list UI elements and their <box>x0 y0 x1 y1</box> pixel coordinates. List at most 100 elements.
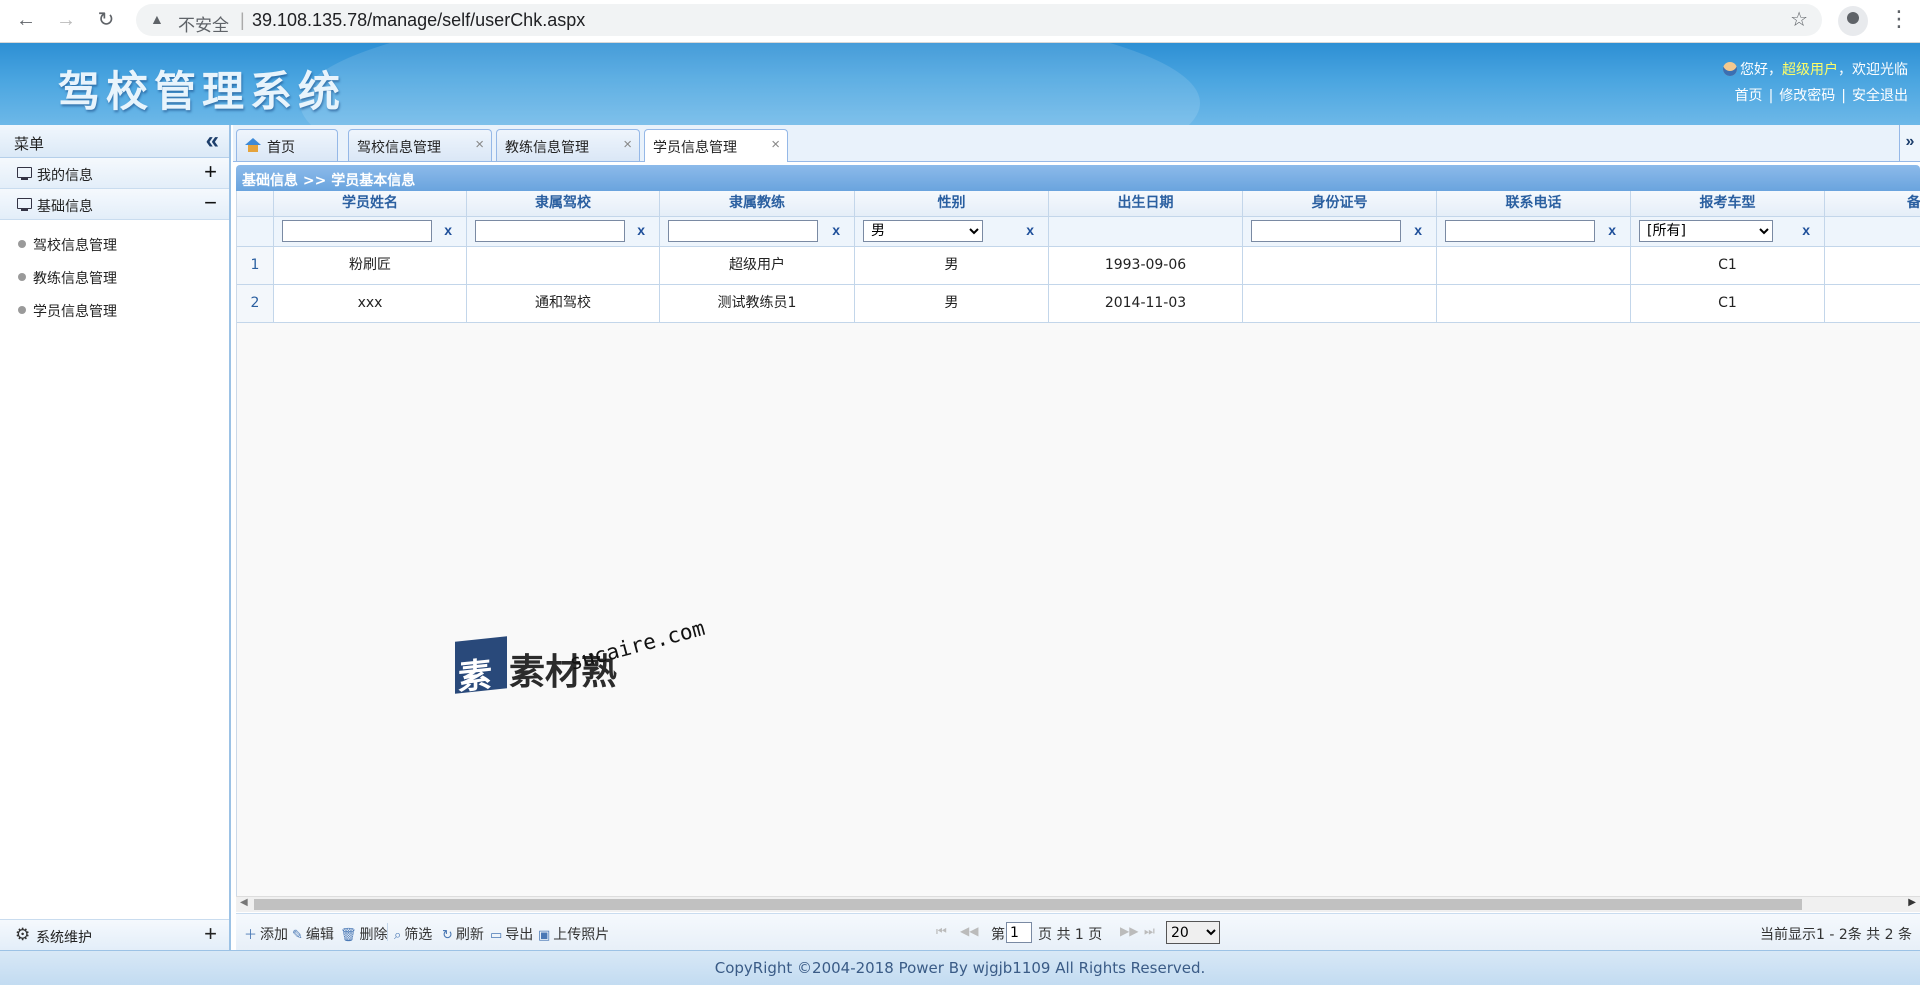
back-icon[interactable]: ← <box>12 6 40 34</box>
column-header-name[interactable]: 学员姓名 <box>274 191 467 216</box>
browser-menu-icon[interactable]: ⋮ <box>1888 6 1910 32</box>
collapse-sidebar-icon[interactable]: « <box>206 127 219 155</box>
refresh-icon: ↻ <box>442 928 453 943</box>
scroll-left-icon[interactable]: ◀ <box>240 897 248 908</box>
column-header-remarks[interactable]: 备 <box>1825 191 1920 216</box>
delete-button[interactable]: 🗑 删除 <box>340 924 388 944</box>
expand-icon[interactable]: + <box>204 159 217 185</box>
filter-school-input[interactable] <box>475 220 625 242</box>
last-page-icon[interactable]: ⏭ <box>1144 924 1155 939</box>
section-label: 基础信息 <box>37 199 93 215</box>
sidebar-item-coach-management[interactable]: 教练信息管理 <box>0 260 229 293</box>
cell-name: xxx <box>274 285 467 323</box>
greeting: 您好， <box>1740 62 1782 78</box>
filter-button[interactable]: ⌕ 筛选 <box>394 924 432 944</box>
upload-photo-button[interactable]: ▣ 上传照片 <box>538 924 609 944</box>
filter-name-input[interactable] <box>282 220 432 242</box>
section-items: 驾校信息管理 教练信息管理 学员信息管理 <box>0 220 229 326</box>
collapse-icon[interactable]: − <box>204 190 217 216</box>
tab-student-management[interactable]: 学员信息管理 × <box>644 129 788 162</box>
app-header: 驾校管理系统 您好，超级用户，欢迎光临 首页 | 修改密码 | 安全退出 <box>0 43 1920 125</box>
cell-car-type: C1 <box>1631 285 1825 323</box>
tab-label: 首页 <box>267 140 295 156</box>
column-header-phone[interactable]: 联系电话 <box>1437 191 1631 216</box>
page-number-input[interactable] <box>1006 922 1032 943</box>
filter-phone-input[interactable] <box>1445 220 1595 242</box>
column-header-car-type[interactable]: 报考车型 <box>1631 191 1825 216</box>
clear-filter-icon[interactable]: x <box>832 222 840 238</box>
filter-coach-input[interactable] <box>668 220 818 242</box>
horizontal-scrollbar[interactable]: ◀ ▶ <box>236 896 1920 912</box>
column-header-birth-date[interactable]: 出生日期 <box>1049 191 1243 216</box>
gear-icon: ⚙ <box>15 925 31 944</box>
table-row[interactable]: 2 xxx 通和驾校 测试教练员1 男 2014-11-03 C1 <box>237 285 1920 323</box>
filter-car-type-select[interactable]: [所有] <box>1639 220 1773 242</box>
welcome-suffix: ，欢迎光临 <box>1838 62 1908 78</box>
monitor-icon <box>17 167 32 180</box>
page-size-select[interactable]: 20 <box>1166 921 1220 944</box>
cell-id-number <box>1243 285 1437 323</box>
filter-id-input[interactable] <box>1251 220 1401 242</box>
column-header-gender[interactable]: 性别 <box>855 191 1049 216</box>
clear-filter-icon[interactable]: x <box>444 222 452 238</box>
tab-label: 教练信息管理 <box>505 140 589 156</box>
close-tab-icon[interactable]: × <box>623 136 632 153</box>
tab-school-management[interactable]: 驾校信息管理 × <box>348 129 492 161</box>
watermark-badge: 素 <box>455 636 507 698</box>
section-system-maintenance[interactable]: ⚙ 系统维护 + <box>0 919 229 950</box>
logout-link[interactable]: 安全退出 <box>1852 88 1908 104</box>
tab-coach-management[interactable]: 教练信息管理 × <box>496 129 640 161</box>
filter-name: x <box>274 217 467 246</box>
forward-icon[interactable]: → <box>52 6 80 34</box>
clear-filter-icon[interactable]: x <box>1608 222 1616 238</box>
main-content: 首页 驾校信息管理 × 教练信息管理 × 学员信息管理 × » 基础信息 >> … <box>233 125 1920 951</box>
export-button[interactable]: ▭ 导出 <box>490 924 533 944</box>
change-password-link[interactable]: 修改密码 <box>1779 88 1835 104</box>
sidebar-item-school-management[interactable]: 驾校信息管理 <box>0 227 229 260</box>
edit-button[interactable]: ✎ 编辑 <box>292 924 334 944</box>
search-icon: ⌕ <box>394 928 402 943</box>
scrollbar-thumb[interactable] <box>254 899 1802 910</box>
bookmark-star-icon[interactable]: ☆ <box>1790 7 1808 32</box>
clear-filter-icon[interactable]: x <box>1802 222 1810 238</box>
refresh-button[interactable]: ↻ 刷新 <box>442 924 484 944</box>
column-header-school[interactable]: 隶属驾校 <box>467 191 660 216</box>
scroll-right-icon[interactable]: ▶ <box>1908 897 1916 908</box>
header-links: 首页 | 修改密码 | 安全退出 <box>1734 88 1908 104</box>
prev-page-icon[interactable]: ◀◀ <box>960 924 978 938</box>
filter-gender-select[interactable]: 男 <box>863 220 983 242</box>
address-bar[interactable]: ▲ 不安全 | 39.108.135.78/manage/self/userCh… <box>136 4 1822 36</box>
row-number: 2 <box>237 285 274 323</box>
next-page-icon[interactable]: ▶▶ <box>1120 924 1138 938</box>
sidebar-item-student-management[interactable]: 学员信息管理 <box>0 293 229 326</box>
cell-car-type: C1 <box>1631 247 1825 285</box>
column-header-id-number[interactable]: 身份证号 <box>1243 191 1437 216</box>
section-my-info[interactable]: 我的信息 + <box>0 158 229 189</box>
close-tab-icon[interactable]: × <box>771 136 780 153</box>
first-page-icon[interactable]: ⏮ <box>936 924 947 939</box>
table-row[interactable]: 1 粉刷匠 超级用户 男 1993-09-06 C1 <box>237 247 1920 285</box>
expand-icon[interactable]: + <box>204 921 217 947</box>
clear-filter-icon[interactable]: x <box>1414 222 1422 238</box>
pencil-icon: ✎ <box>292 928 303 943</box>
row-number: 1 <box>237 247 274 285</box>
clear-filter-icon[interactable]: x <box>1026 222 1034 238</box>
tab-label: 学员信息管理 <box>653 140 737 156</box>
filter-row: x x x 男 x x x [所有] x <box>237 217 1920 247</box>
profile-avatar-icon[interactable] <box>1838 6 1868 36</box>
home-link[interactable]: 首页 <box>1735 88 1763 104</box>
tab-home[interactable]: 首页 <box>236 129 338 161</box>
tab-scroll-down-icon[interactable]: » <box>1899 125 1920 161</box>
add-button[interactable]: ＋添加 <box>244 924 288 944</box>
section-basic-info[interactable]: 基础信息 − <box>0 189 229 220</box>
url-text[interactable]: 39.108.135.78/manage/self/userChk.aspx <box>252 10 585 31</box>
username: 超级用户 <box>1782 62 1838 78</box>
tab-label: 驾校信息管理 <box>357 140 441 156</box>
sidebar-item-label: 驾校信息管理 <box>33 238 117 254</box>
column-header-coach[interactable]: 隶属教练 <box>660 191 855 216</box>
bullet-icon <box>18 306 26 314</box>
close-tab-icon[interactable]: × <box>475 136 484 153</box>
clear-filter-icon[interactable]: x <box>637 222 645 238</box>
reload-icon[interactable]: ↻ <box>92 6 120 34</box>
browser-toolbar: ← → ↻ ▲ 不安全 | 39.108.135.78/manage/self/… <box>0 0 1920 43</box>
